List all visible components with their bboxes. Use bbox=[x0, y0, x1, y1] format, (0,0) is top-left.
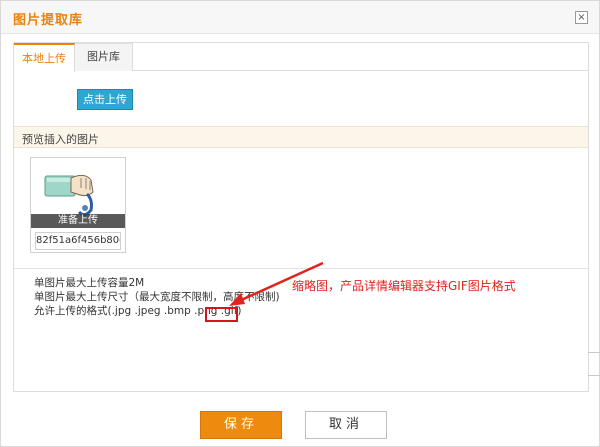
image-library-dialog: 图片提取库 × 本地上传 图片库 点击上传 预览插入的图片 准备上传 82f51… bbox=[0, 0, 600, 447]
gif-highlight-box bbox=[205, 307, 238, 322]
annotation-text: 缩略图，产品详情编辑器支持GIF图片格式 bbox=[292, 279, 516, 293]
rule-allowed-formats: 允许上传的格式(.jpg .jpeg .bmp .png .gif) bbox=[34, 305, 242, 317]
background-edge-line bbox=[588, 352, 600, 353]
tab-local-upload[interactable]: 本地上传 bbox=[14, 43, 75, 72]
tab-bar: 本地上传 图片库 bbox=[14, 43, 588, 72]
background-edge-line bbox=[588, 375, 600, 376]
rule-max-dimensions: 单图片最大上传尺寸（最大宽度不限制，高度不限制) bbox=[34, 291, 280, 303]
hand-picture-icon bbox=[41, 164, 115, 220]
preview-header-label: 预览插入的图片 bbox=[22, 133, 99, 146]
upload-rules: 单图片最大上传容量2M 单图片最大上传尺寸（最大宽度不限制，高度不限制) 允许上… bbox=[34, 276, 280, 318]
thumbnail-status-overlay: 准备上传 bbox=[31, 214, 125, 228]
rule-max-size: 单图片最大上传容量2M bbox=[34, 277, 145, 289]
divider bbox=[14, 268, 588, 269]
cancel-button[interactable]: 取消 bbox=[305, 411, 387, 439]
dialog-titlebar: 图片提取库 × bbox=[1, 1, 599, 34]
preview-header: 预览插入的图片 bbox=[14, 126, 588, 148]
save-button[interactable]: 保存 bbox=[200, 411, 282, 439]
content-panel: 本地上传 图片库 点击上传 预览插入的图片 准备上传 82f51a6f456b8… bbox=[13, 42, 589, 392]
dialog-title: 图片提取库 bbox=[13, 13, 84, 28]
thumbnail-filename-field[interactable]: 82f51a6f456b80c' bbox=[35, 232, 121, 250]
close-icon[interactable]: × bbox=[575, 11, 588, 24]
tab-image-library[interactable]: 图片库 bbox=[75, 43, 133, 71]
upload-button[interactable]: 点击上传 bbox=[77, 89, 133, 110]
thumbnail-card[interactable]: 准备上传 82f51a6f456b80c' bbox=[30, 157, 126, 253]
